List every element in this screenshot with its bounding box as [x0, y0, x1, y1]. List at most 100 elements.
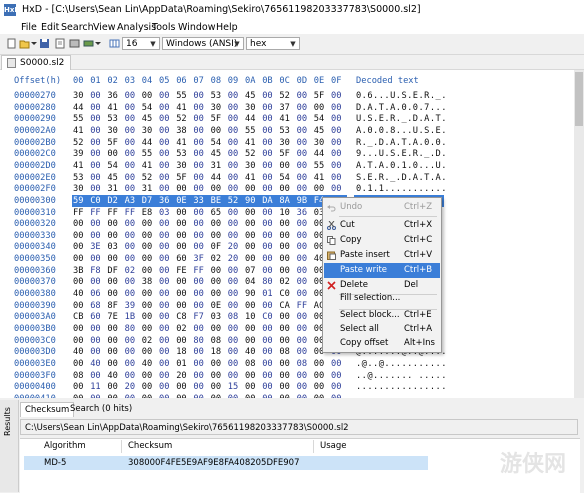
hex-byte[interactable]: 00	[73, 394, 87, 398]
hex-byte[interactable]: 40	[245, 347, 259, 357]
hex-byte[interactable]: 40	[73, 347, 87, 357]
hex-byte[interactable]: 00	[107, 382, 121, 392]
decoded-text[interactable]: 9...U.S.E.R._.D.	[356, 149, 447, 159]
hex-byte[interactable]: 55	[73, 114, 87, 124]
hex-byte[interactable]: 80	[125, 324, 139, 334]
hex-byte[interactable]: 00	[297, 138, 311, 148]
hex-byte[interactable]: 00	[90, 91, 104, 101]
hex-byte[interactable]: 00	[297, 324, 311, 334]
hex-byte[interactable]: 39	[125, 301, 139, 311]
hex-byte[interactable]: 44	[245, 114, 259, 124]
hex-byte[interactable]: 53	[211, 91, 225, 101]
hex-byte[interactable]: 36	[297, 208, 311, 218]
hex-row[interactable]: 000003C0 00 00 00 00 02 00 00 80 08 00 00 00 00 00 00	[0, 335, 574, 347]
hex-byte[interactable]: 00	[176, 394, 190, 398]
hex-byte[interactable]: 55	[245, 126, 259, 136]
hex-byte[interactable]: 41	[279, 114, 293, 124]
hex-byte[interactable]: 00	[142, 347, 156, 357]
hex-byte[interactable]: 00	[297, 161, 311, 171]
hex-byte[interactable]: 30	[211, 103, 225, 113]
hex-byte[interactable]: 00	[262, 266, 276, 276]
hex-byte[interactable]: 00	[142, 394, 156, 398]
hex-byte[interactable]: 00	[193, 359, 207, 369]
hex-editor[interactable]: Offset(h) 00 01 02 03 04 05 06 07 08 09 0A 0B 0C 0D 0E…	[0, 70, 574, 398]
hex-byte[interactable]: 55	[176, 91, 190, 101]
hex-byte[interactable]: 00	[193, 277, 207, 287]
hex-byte[interactable]: 00	[125, 126, 139, 136]
decoded-text[interactable]: 0.6...U.S.E.R._.	[356, 91, 447, 101]
hex-row[interactable]: 000002C0 39 00 00 00 55 00 53 00 45 00 52 00 5F 00 44 00…	[0, 148, 574, 160]
hex-byte[interactable]: 00	[73, 301, 87, 311]
hex-byte[interactable]: 08	[73, 371, 87, 381]
hex-byte[interactable]: 00	[228, 324, 242, 334]
hex-byte[interactable]: FF	[90, 208, 104, 218]
hex-byte[interactable]: 00	[125, 114, 139, 124]
hex-row[interactable]: 000002A0 41 00 30 00 30 00 38 00 00 00 55 00 53 00 45 00…	[0, 125, 574, 137]
hex-byte[interactable]: 00	[297, 184, 311, 194]
hex-byte[interactable]: 41	[245, 173, 259, 183]
disk-icon[interactable]	[69, 38, 80, 49]
hex-byte[interactable]: 00	[90, 324, 104, 334]
hex-byte[interactable]: 00	[331, 371, 345, 381]
hex-byte[interactable]: 00	[262, 91, 276, 101]
hex-byte[interactable]: 00	[193, 289, 207, 299]
hex-byte[interactable]: 00	[142, 219, 156, 229]
hex-row[interactable]: 00000370 00 00 00 00 38 00 00 00 00 00 04 80 02 00 00	[0, 276, 574, 288]
hex-byte[interactable]: 00	[331, 114, 345, 124]
hex-byte[interactable]: 00	[331, 103, 345, 113]
hex-byte[interactable]: 00	[159, 103, 173, 113]
menu-item-copy-offset[interactable]: Copy offset Alt+Ins	[324, 336, 440, 351]
hex-byte[interactable]: 00	[142, 266, 156, 276]
hex-row[interactable]: 00000310 FF FF FF FF E8 03 00 00 65 00 00 00 10 36 03	[0, 207, 574, 219]
hex-byte[interactable]: 45	[107, 173, 121, 183]
hex-byte[interactable]: 00	[107, 277, 121, 287]
menu-item-undo[interactable]: Undo Ctrl+Z	[324, 200, 440, 215]
hex-byte[interactable]: 00	[107, 359, 121, 369]
hex-byte[interactable]: D2	[107, 196, 121, 206]
hex-byte[interactable]: 00	[228, 126, 242, 136]
hex-byte[interactable]: 00	[262, 347, 276, 357]
hex-byte[interactable]: 00	[90, 173, 104, 183]
hex-byte[interactable]: 00	[262, 231, 276, 241]
hex-byte[interactable]: 00	[142, 242, 156, 252]
hex-byte[interactable]: 00	[211, 382, 225, 392]
hex-byte[interactable]: 00	[73, 359, 87, 369]
hex-byte[interactable]: 08	[211, 336, 225, 346]
hex-byte[interactable]: 00	[90, 103, 104, 113]
hex-byte[interactable]: 00	[228, 266, 242, 276]
hex-byte[interactable]: 00	[125, 103, 139, 113]
hex-byte[interactable]: 00	[245, 184, 259, 194]
hex-byte[interactable]: 02	[176, 324, 190, 334]
hex-byte[interactable]: 00	[331, 184, 345, 194]
hex-byte[interactable]: 00	[176, 301, 190, 311]
hex-byte[interactable]: 00	[314, 359, 328, 369]
hex-byte[interactable]: 00	[159, 336, 173, 346]
hex-byte[interactable]: 44	[314, 149, 328, 159]
hex-byte[interactable]: 00	[331, 138, 345, 148]
hex-byte[interactable]: 30	[176, 161, 190, 171]
hex-byte[interactable]: 00	[159, 219, 173, 229]
hex-byte[interactable]: 02	[211, 254, 225, 264]
menu-help[interactable]: Help	[216, 22, 238, 33]
menu-tools[interactable]: Tools	[152, 22, 175, 33]
hex-byte[interactable]: 00	[193, 114, 207, 124]
hex-byte[interactable]: 18	[211, 347, 225, 357]
menu-item-select-block[interactable]: Select block... Ctrl+E	[324, 308, 440, 323]
hex-row[interactable]: 00000350 00 00 00 00 00 00 60 3F 02 20 00 00 00 00 40	[0, 253, 574, 265]
hex-byte[interactable]: 00	[142, 254, 156, 264]
hex-byte[interactable]: 00	[142, 289, 156, 299]
hex-byte[interactable]: 41	[245, 138, 259, 148]
hex-byte[interactable]: 00	[73, 219, 87, 229]
hex-byte[interactable]: E8	[142, 208, 156, 218]
hex-byte[interactable]: 00	[176, 277, 190, 287]
menu-analysis[interactable]: Analysis	[117, 22, 156, 33]
hex-byte[interactable]: 00	[279, 359, 293, 369]
hex-byte[interactable]: 20	[228, 242, 242, 252]
hex-row[interactable]: 000003D040000000000018001800400008000000…	[0, 346, 574, 358]
hex-byte[interactable]: C8	[176, 312, 190, 322]
hex-byte[interactable]: 00	[73, 324, 87, 334]
hex-byte[interactable]: 00	[262, 173, 276, 183]
hex-byte[interactable]: 31	[142, 184, 156, 194]
hex-byte[interactable]: 08	[297, 359, 311, 369]
hex-byte[interactable]: 54	[211, 138, 225, 148]
